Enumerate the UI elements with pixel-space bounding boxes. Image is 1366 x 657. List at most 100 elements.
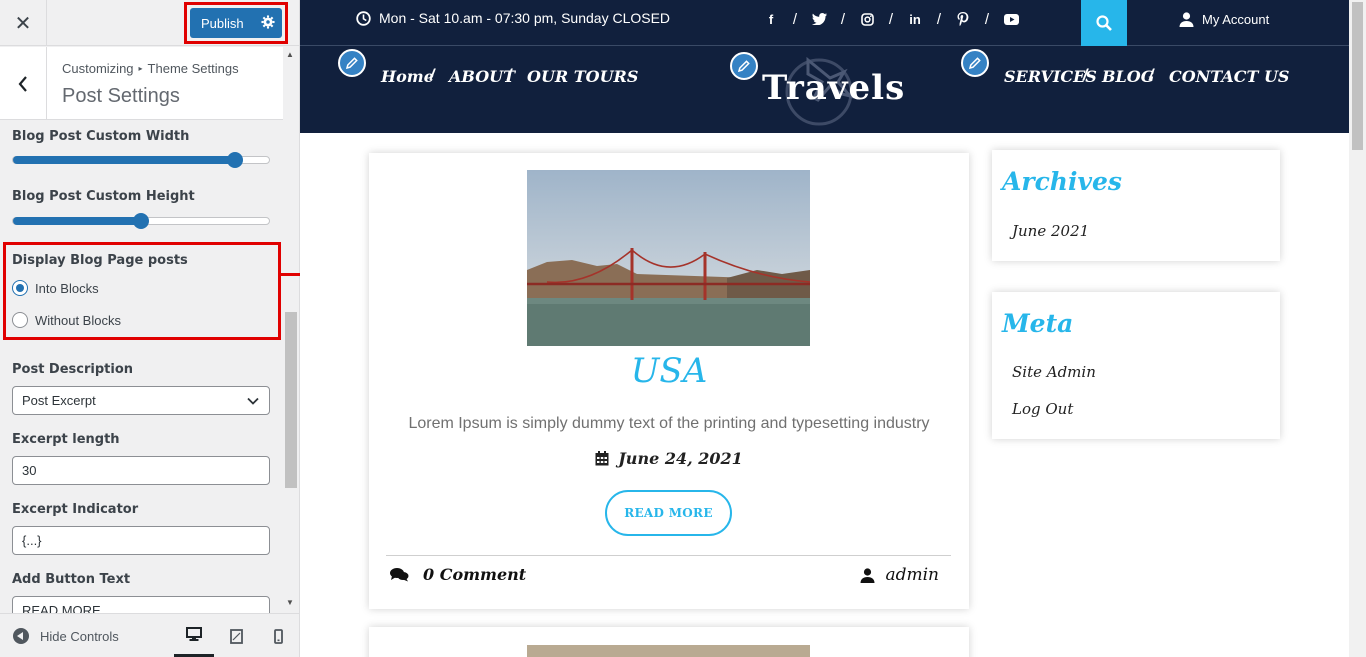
site-header: Mon - Sat 10.am - 07:30 pm, Sunday CLOSE… [300,0,1349,133]
gear-icon[interactable] [261,15,275,29]
divider [386,555,951,556]
nav-about[interactable]: ABOUT [449,67,515,86]
customizer-header-actions: ✕ Publish [0,0,299,46]
separator: / [840,10,846,28]
collapse-icon [13,628,29,644]
excerpt-indicator-input[interactable]: {...} [12,526,270,555]
width-slider-handle[interactable] [227,152,243,168]
separator: / [936,10,942,28]
radio-without-blocks[interactable]: Without Blocks [12,312,121,328]
post-author-link[interactable]: admin [860,565,939,585]
breadcrumb-separator-icon: ▸ [138,64,143,73]
search-button[interactable] [1081,0,1127,46]
archive-link[interactable]: June 2021 [1012,222,1089,240]
meta-widget: Meta Site Admin Log Out [992,292,1280,439]
customizer-footer: Hide Controls [0,613,299,657]
separator: / [888,10,894,28]
meta-link-site-admin[interactable]: Site Admin [1012,363,1096,381]
post-description-select[interactable]: Post Excerpt [12,386,270,415]
separator: / [792,10,798,28]
close-customizer-button[interactable]: ✕ [0,0,47,46]
scroll-down-arrow-icon[interactable]: ▼ [286,598,294,607]
radio-button-checked[interactable] [12,280,28,296]
radio-label: Into Blocks [35,280,99,296]
facebook-icon[interactable]: f [762,10,780,28]
social-links: f / / / in / / [762,10,1020,28]
preview-scrollbar[interactable] [1349,0,1366,657]
meta-link-log-out[interactable]: Log Out [1012,400,1073,418]
back-button[interactable] [0,47,47,120]
chevron-down-icon [247,397,259,405]
button-text-label: Add Button Text [12,572,131,587]
excerpt-length-input[interactable]: 30 [12,456,270,485]
device-desktop-button[interactable] [174,614,214,657]
preview-scrollbar-thumb[interactable] [1352,2,1363,150]
widget-title: Meta [1002,309,1074,338]
post-featured-image[interactable] [527,170,810,346]
chevron-left-icon [18,75,27,92]
nav-home[interactable]: Home [381,67,434,86]
panel-title: Post Settings [62,85,180,107]
author-name: admin [885,565,939,585]
panel-header: Customizing ▸ Theme Settings Post Settings [0,47,283,120]
edit-nav-left-shortcut[interactable] [338,49,366,77]
pencil-icon [969,57,981,69]
width-label: Blog Post Custom Width [12,129,190,144]
breadcrumb-section: Theme Settings [147,61,239,76]
tablet-icon [229,628,243,644]
pinterest-icon[interactable] [954,10,972,28]
user-icon [1179,12,1194,27]
nav-contact-us[interactable]: CONTACT US [1169,67,1289,86]
read-more-button[interactable]: READ MORE [605,490,732,536]
my-account-link[interactable]: My Account [1179,12,1269,27]
scroll-up-arrow-icon[interactable]: ▲ [286,50,294,59]
post-title[interactable]: USA [369,351,969,391]
linkedin-icon[interactable]: in [906,10,924,28]
nav-separator: / [1083,67,1088,84]
pencil-icon [346,57,358,69]
nav-separator: / [430,67,435,84]
clock-icon [356,10,371,26]
my-account-label: My Account [1202,12,1270,27]
post-excerpt: Lorem Ipsum is simply dummy text of the … [408,415,930,432]
comments-icon [390,568,409,582]
site-logo[interactable]: Travels [762,68,905,108]
device-tablet-button[interactable] [216,614,256,657]
youtube-icon[interactable] [1002,10,1020,28]
nav-separator: / [507,67,512,84]
publish-button[interactable]: Publish [190,8,282,38]
twitter-icon[interactable] [810,10,828,28]
hours-text: Mon - Sat 10.am - 07:30 pm, Sunday CLOSE… [379,10,671,26]
nav-separator: / [1149,67,1154,84]
edit-nav-right-shortcut[interactable] [961,49,989,77]
instagram-icon[interactable] [858,10,876,28]
customizer-sidebar: ✕ Publish Customizing ▸ Theme Settings P… [0,0,300,657]
height-slider-handle[interactable] [133,213,149,229]
select-value: Post Excerpt [22,393,96,408]
post-date-text: June 24, 2021 [618,449,743,468]
post-comments-link[interactable]: 0 Comment [390,565,526,584]
user-icon [860,567,875,583]
site-preview: Mon - Sat 10.am - 07:30 pm, Sunday CLOSE… [300,0,1366,657]
desktop-icon [186,627,202,641]
radio-into-blocks[interactable]: Into Blocks [12,280,99,296]
widget-title: Archives [1002,167,1122,196]
nav-blog[interactable]: BLOG [1102,67,1154,86]
excerpt-indicator-label: Excerpt Indicator [12,502,139,517]
width-slider[interactable] [12,152,270,168]
blog-post-card: USA Lorem Ipsum is simply dummy text of … [369,153,969,609]
blog-post-card [369,627,969,657]
button-text-input[interactable]: READ MORE [12,596,270,613]
edit-logo-shortcut[interactable] [730,52,758,80]
hide-controls-button[interactable]: Hide Controls [13,628,119,644]
height-slider[interactable] [12,213,270,229]
pencil-icon [738,60,750,72]
excerpt-length-label: Excerpt length [12,432,120,447]
post-description-label: Post Description [12,362,134,377]
radio-button-unchecked[interactable] [12,312,28,328]
archives-widget: Archives June 2021 [992,150,1280,261]
post-featured-image[interactable] [527,645,810,657]
device-mobile-button[interactable] [258,614,298,657]
controls-scrollbar-thumb[interactable] [285,312,297,488]
nav-our-tours[interactable]: OUR TOURS [527,67,638,86]
